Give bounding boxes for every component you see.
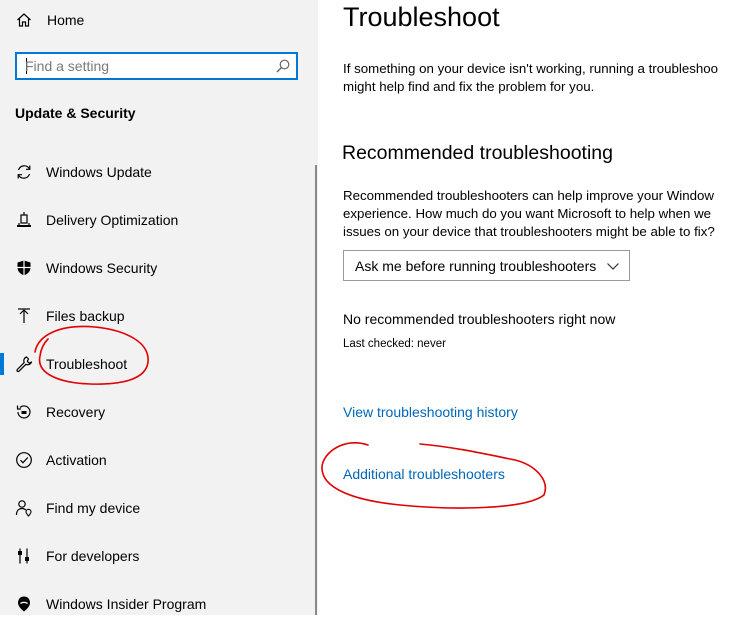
dropdown-selected-value: Ask me before running troubleshooters [355,258,597,274]
sidebar-item-label: Files backup [46,308,125,324]
person-location-icon [15,499,33,517]
sidebar-item-label: Recovery [46,404,106,420]
home-label: Home [47,12,85,28]
sidebar-item-delivery-optimization[interactable]: Delivery Optimization [0,200,318,240]
backup-arrow-icon [15,307,33,325]
refresh-icon [15,163,33,181]
chevron-down-icon [606,259,620,276]
sidebar-item-label: Windows Update [46,164,152,180]
sidebar-item-files-backup[interactable]: Files backup [0,296,318,336]
sidebar-item-recovery[interactable]: Recovery [0,392,318,432]
check-circle-icon [15,451,33,469]
sidebar-item-label: Find my device [46,500,141,516]
delivery-optimization-icon [15,211,33,229]
settings-sidebar: Home Update & Security Windows Update De… [0,0,318,615]
sidebar-item-label: Windows Insider Program [46,596,207,612]
page-title: Troubleshoot [343,2,500,32]
sidebar-item-label: Delivery Optimization [46,212,179,228]
sidebar-item-windows-security[interactable]: Windows Security [0,248,318,288]
sidebar-item-windows-update[interactable]: Windows Update [0,152,318,192]
shield-icon [15,259,33,277]
recommended-text-line-3: issues on your device that troubleshoote… [343,224,715,239]
sidebar-item-label: For developers [46,548,140,564]
sidebar-scrollbar[interactable] [315,165,317,615]
recommended-text-line-2: experience. How much do you want Microso… [343,206,712,221]
sidebar-item-for-developers[interactable]: For developers [0,536,318,576]
sidebar-item-windows-insider-program[interactable]: Windows Insider Program [0,584,318,624]
sidebar-item-find-my-device[interactable]: Find my device [0,488,318,528]
wrench-icon [15,355,33,373]
section-title: Update & Security [15,105,136,121]
recommended-heading: Recommended troubleshooting [342,142,614,164]
recovery-icon [15,403,33,421]
intro-text-line-2: might help find and fix the problem for … [343,79,595,94]
developer-tools-icon [15,547,33,565]
troubleshooter-preference-dropdown[interactable]: Ask me before running troubleshooters [343,250,630,281]
intro-text-line-1: If something on your device isn't workin… [343,61,719,76]
search-box[interactable] [15,52,298,80]
home-icon [15,11,33,29]
home-nav-item[interactable]: Home [15,8,84,32]
recommended-text-line-1: Recommended troubleshooters can help imp… [343,188,715,203]
recommended-status-text: No recommended troubleshooters right now [343,311,616,327]
additional-troubleshooters-link[interactable]: Additional troubleshooters [343,466,505,482]
insider-icon [15,595,33,613]
last-checked-text: Last checked: never [343,338,446,350]
sidebar-item-activation[interactable]: Activation [0,440,318,480]
sidebar-item-label: Activation [46,452,107,468]
sidebar-item-label: Troubleshoot [46,356,128,372]
search-input[interactable] [25,56,265,76]
view-troubleshooting-history-link[interactable]: View troubleshooting history [343,404,518,420]
selected-indicator [0,353,4,375]
sidebar-item-label: Windows Security [46,260,158,276]
search-icon[interactable] [275,58,291,79]
sidebar-item-troubleshoot[interactable]: Troubleshoot [0,344,318,384]
